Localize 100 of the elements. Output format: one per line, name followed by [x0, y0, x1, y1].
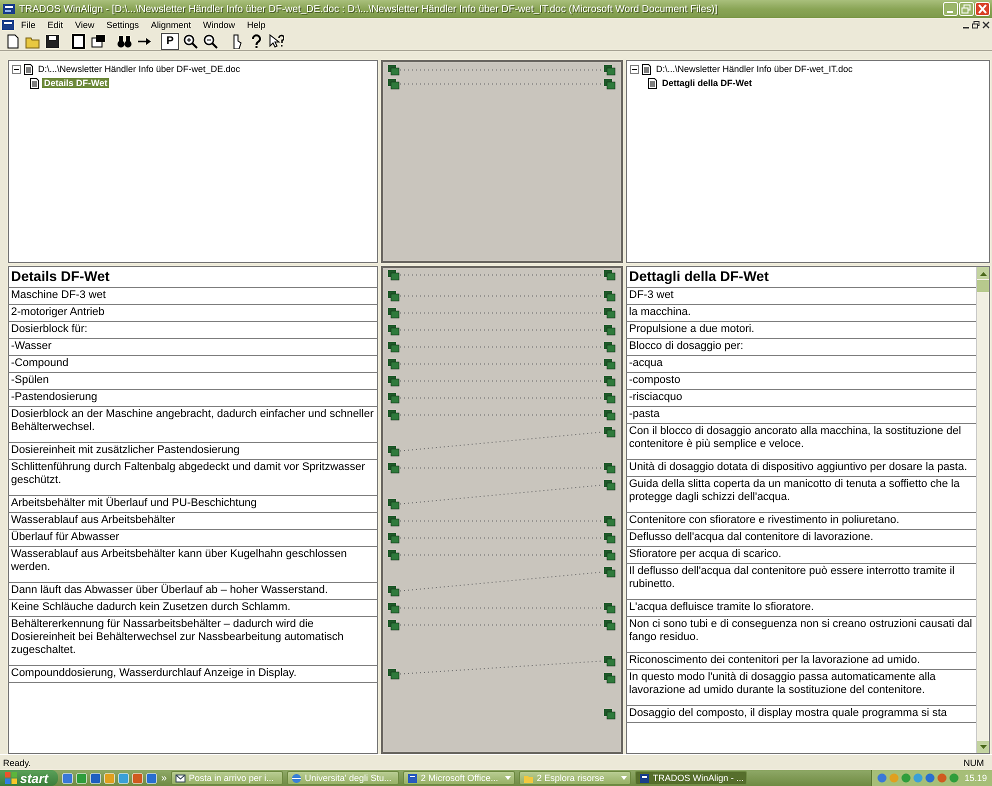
- segment-text: Il deflusso dell'acqua dal contenitore può essere interrotto tramite il rubinetto.: [627, 564, 976, 600]
- segment-text: DF-3 wet: [627, 288, 976, 305]
- segment-text: Contenitore con sfioratore e rivestimento in poliuretano.: [627, 513, 976, 530]
- toolbar-button[interactable]: [267, 32, 285, 50]
- context-help-icon: [268, 34, 284, 48]
- segment-text: Non ci sono tubi e di conseguenza non si creano ostruzioni causati dal fango residuo.: [627, 617, 976, 653]
- app-icon: [2, 20, 14, 30]
- segment-text: Con il blocco di dosaggio ancorato alla macchina, la sostituzione del contenitore è più semplice e veloce.: [627, 424, 976, 460]
- segment-text: Guida della slitta coperta da un manicotto di tenuta a soffietto che la protegge dagli schizzi dell'acqua.: [627, 477, 976, 513]
- window-icon: [638, 772, 650, 784]
- menu-item[interactable]: Alignment: [146, 20, 196, 30]
- toolbar-button[interactable]: P: [161, 32, 179, 50]
- file-name[interactable]: D:\...\Newsletter Händler Info über DF-wet_DE.doc: [36, 64, 242, 74]
- segment-icon: [388, 393, 400, 404]
- document-icon: [24, 64, 33, 74]
- segment-text: Propulsione a due motori.: [627, 322, 976, 339]
- menu-item[interactable]: Settings: [101, 20, 144, 30]
- collapse-icon[interactable]: [12, 64, 21, 74]
- document-icon: [406, 772, 418, 784]
- app-icon: [2, 3, 16, 15]
- quick-launch-icon[interactable]: [90, 772, 102, 784]
- segment-icon: [388, 65, 400, 76]
- segment-icon: [604, 516, 616, 526]
- segment-icon: [388, 291, 400, 302]
- segment-text: -Pastendosierung: [9, 390, 377, 407]
- segment-text: la macchina.: [627, 305, 976, 322]
- segment-text: Unità di dosaggio dotata di dispositivo aggiuntivo per dosare la pasta.: [627, 460, 976, 477]
- segment-text: Arbeitsbehälter mit Überlauf und PU-Beschichtung: [9, 496, 377, 513]
- scroll-thumb[interactable]: [977, 280, 989, 292]
- mail-icon: [174, 772, 186, 784]
- zoom-in-icon: [182, 34, 198, 48]
- page-icon: [70, 34, 86, 48]
- segment-icon: [388, 270, 400, 280]
- quick-launch-icon[interactable]: [132, 772, 144, 784]
- segment-icon: [388, 620, 400, 630]
- segment-icon: [388, 463, 400, 474]
- maximize-icon[interactable]: [959, 2, 974, 16]
- segment-icon: [388, 342, 400, 352]
- segment-icon: [388, 516, 400, 526]
- start-button[interactable]: start: [0, 770, 58, 786]
- scroll-up-icon[interactable]: [980, 270, 986, 276]
- tray-icon[interactable]: [925, 773, 936, 783]
- quick-launch-icon[interactable]: [62, 772, 74, 784]
- close-icon[interactable]: [982, 21, 990, 29]
- segment-icon: [604, 550, 616, 560]
- segment-icon: [604, 567, 616, 578]
- status-text: Ready.: [3, 758, 31, 768]
- tree-item[interactable]: Dettagli della DF-Wet: [660, 78, 754, 88]
- quick-launch-icon[interactable]: [76, 772, 88, 784]
- menu-item[interactable]: File: [16, 20, 41, 30]
- segment-icon: [388, 550, 400, 560]
- window-icon: [90, 34, 106, 48]
- quick-launch-icon[interactable]: [104, 772, 116, 784]
- quick-launch-icon[interactable]: [146, 772, 158, 784]
- segment-text: Schlittenführung durch Faltenbalg abgedeckt und damit vor Spritzwasser geschützt.: [9, 460, 377, 496]
- scrollbar[interactable]: [976, 267, 989, 753]
- globe-icon: [290, 772, 302, 784]
- segment-icon: [604, 709, 616, 720]
- restore-icon[interactable]: [972, 21, 980, 29]
- segment-heading: Details DF-Wet: [9, 267, 377, 288]
- segment-icon: [388, 359, 400, 370]
- segment-icon: [604, 359, 616, 370]
- segment-icon: [604, 308, 616, 318]
- segment-icon: [388, 79, 400, 90]
- segment-icon: [604, 656, 616, 666]
- segment-text: -Wasser: [9, 339, 377, 356]
- segment-text: Behältererkennung für Nassarbeitsbehälter – dadurch wird die Dosiereinheit bei Behälterwechsel zur Nassbearbeitung automatisch zugeschaltet.: [9, 617, 377, 666]
- tree-item[interactable]: Details DF-Wet: [42, 78, 110, 88]
- segment-icon: [604, 376, 616, 386]
- collapse-icon[interactable]: [630, 64, 639, 74]
- menu-item[interactable]: Edit: [42, 20, 68, 30]
- segment-text: L'acqua defluisce tramite lo sfioratore.: [627, 600, 976, 617]
- menu-item[interactable]: View: [70, 20, 100, 30]
- quick-launch-icon[interactable]: [118, 772, 130, 784]
- segment-text: -pasta: [627, 407, 976, 424]
- toolbar-button[interactable]: [43, 32, 61, 50]
- toolbar-button[interactable]: [89, 32, 107, 50]
- segment-icon: [604, 410, 616, 420]
- toolbar-button[interactable]: [69, 32, 87, 50]
- segment-icon: [388, 308, 400, 318]
- scroll-down-icon[interactable]: [980, 744, 986, 750]
- segment-text: -Spülen: [9, 373, 377, 390]
- zoom-out-icon: [202, 34, 218, 48]
- segment-icon: [604, 673, 616, 684]
- taskbar-button[interactable]: TRADOS WinAlign - ...: [634, 771, 747, 785]
- file-name[interactable]: D:\...\Newsletter Händler Info über DF-wet_IT.doc: [654, 64, 855, 74]
- segment-icon: [388, 499, 400, 510]
- menu-item[interactable]: Help: [242, 20, 270, 30]
- segment-heading: Dettagli della DF-Wet: [627, 267, 976, 288]
- segment-text: -acqua: [627, 356, 976, 373]
- toolbar-button[interactable]: [201, 32, 219, 50]
- segment-text: -composto: [627, 373, 976, 390]
- menu-item[interactable]: Window: [198, 20, 240, 30]
- segment-text: Keine Schläuche dadurch kein Zusetzen durch Schlamm.: [9, 600, 377, 617]
- window-title: TRADOS WinAlign - [D:\...\Newsletter Händler Info über DF-wet_DE.doc : D:\...\Newsletter Händler Info über DF-wet_IT.doc (Microsoft Word Document Files)]: [19, 4, 718, 14]
- segment-text: Compounddosierung, Wasserdurchlauf Anzeige in Display.: [9, 666, 377, 683]
- toolbar-button[interactable]: [181, 32, 199, 50]
- segment-text: -risciacquo: [627, 390, 976, 407]
- segment-text: 2-motoriger Antrieb: [9, 305, 377, 322]
- windows-flag-icon: [5, 772, 17, 784]
